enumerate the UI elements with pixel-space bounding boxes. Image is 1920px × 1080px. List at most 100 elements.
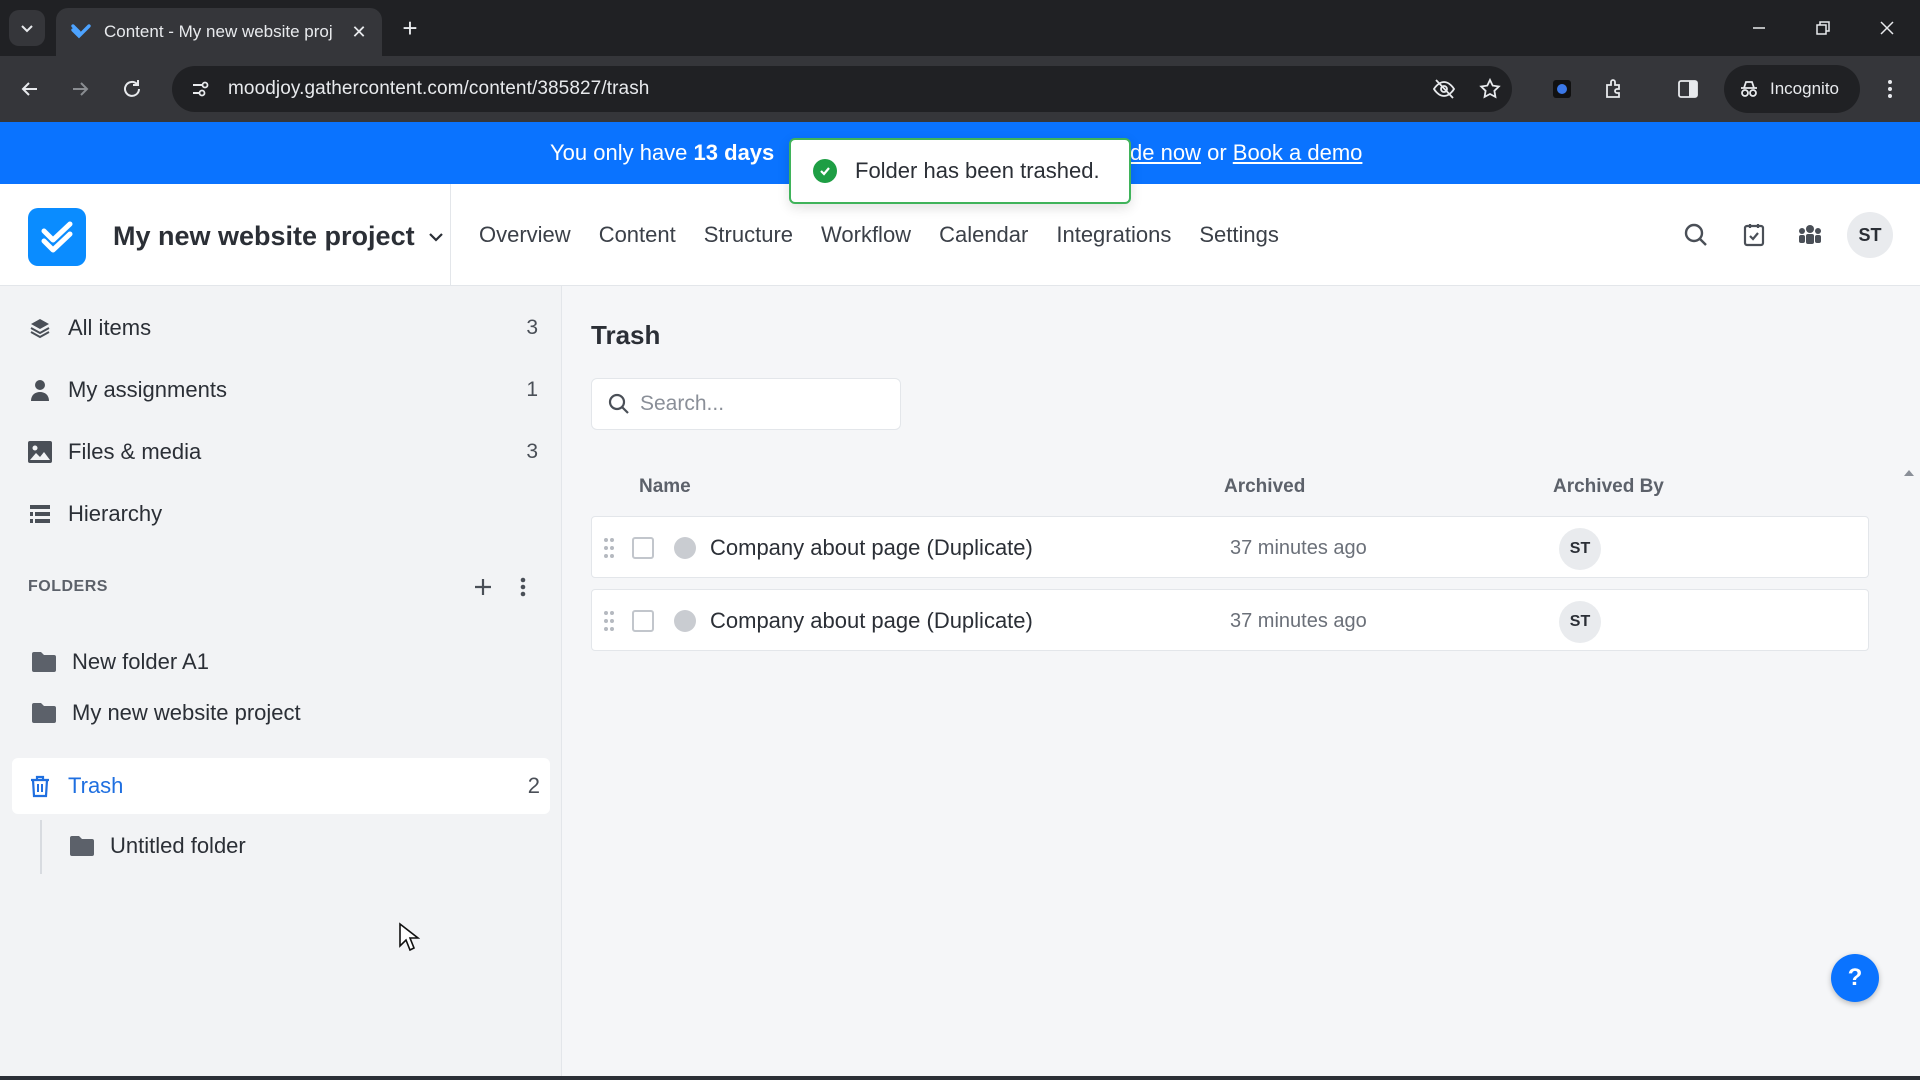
gathercontent-favicon-icon (71, 24, 91, 39)
sidebar-item-count: 1 (526, 378, 538, 401)
nav-structure[interactable]: Structure (704, 222, 793, 248)
more-vertical-icon (1888, 80, 1892, 98)
browser-tab-strip: Content - My new website proj ✕ + (0, 0, 1920, 56)
trashed-folder-item[interactable]: Untitled folder (68, 826, 538, 866)
upgrade-now-link[interactable]: de now (1130, 140, 1201, 165)
search-input[interactable] (640, 392, 880, 416)
hierarchy-icon (26, 500, 54, 528)
drag-handle-icon[interactable] (602, 610, 616, 632)
close-window-button[interactable] (1862, 10, 1912, 46)
user-avatar[interactable]: ST (1847, 212, 1893, 258)
project-switcher[interactable]: My new website project (113, 221, 445, 252)
close-tab-icon[interactable]: ✕ (348, 21, 370, 43)
url-text: moodjoy.gathercontent.com/content/385827… (228, 78, 650, 99)
sidebar-item-all-items[interactable]: All items 3 (26, 308, 544, 348)
image-icon (26, 438, 54, 466)
plus-icon (475, 579, 491, 595)
item-name[interactable]: Company about page (Duplicate) (710, 535, 1033, 561)
back-button[interactable] (14, 73, 46, 105)
success-toast: Folder has been trashed. (789, 138, 1131, 204)
restore-window-button[interactable] (1798, 10, 1848, 46)
sidebar-item-count: 3 (526, 316, 538, 339)
eye-off-icon[interactable] (1428, 73, 1460, 105)
folder-icon (30, 648, 58, 676)
drag-handle-icon[interactable] (602, 537, 616, 559)
new-tab-button[interactable]: + (396, 13, 424, 43)
folders-more-button[interactable] (508, 572, 538, 602)
search-box[interactable] (591, 378, 901, 430)
trash-count: 2 (527, 773, 540, 798)
table-row[interactable]: Company about page (Duplicate) 37 minute… (591, 516, 1869, 578)
item-name[interactable]: Company about page (Duplicate) (710, 608, 1033, 634)
sidebar-item-files-media[interactable]: Files & media 3 (26, 432, 544, 472)
check-circle-icon (813, 159, 837, 183)
nav-content[interactable]: Content (599, 222, 676, 248)
book-demo-link[interactable]: Book a demo (1233, 140, 1363, 165)
sidebar-item-label: Hierarchy (68, 501, 163, 526)
sidebar-item-label: All items (68, 315, 152, 340)
site-info-icon[interactable] (186, 75, 214, 103)
extensions-puzzle-icon[interactable] (1598, 73, 1630, 105)
status-dot (674, 610, 696, 632)
browser-tab[interactable]: Content - My new website proj ✕ (56, 8, 382, 56)
minimize-icon (1753, 27, 1765, 29)
help-button[interactable]: ? (1831, 954, 1879, 1002)
project-name: My new website project (113, 221, 415, 251)
sidebar: All items 3 My assignments 1 Files & med… (0, 286, 562, 1080)
browser-toolbar: moodjoy.gathercontent.com/content/385827… (0, 56, 1920, 122)
minimize-window-button[interactable] (1734, 10, 1784, 46)
main-content: Trash Name Archived Archived By Company … (563, 286, 1920, 1080)
browser-menu-button[interactable] (1874, 73, 1906, 105)
nav-workflow[interactable]: Workflow (821, 222, 911, 248)
scroll-up-arrow-icon[interactable] (1902, 466, 1916, 480)
nav-calendar[interactable]: Calendar (939, 222, 1028, 248)
folders-header-label: FOLDERS (28, 578, 108, 595)
more-vertical-icon (520, 577, 526, 597)
tab-search-button[interactable] (9, 10, 45, 46)
browser-tab-title: Content - My new website proj (104, 22, 333, 41)
folder-item[interactable]: My new website project (30, 693, 548, 733)
bottom-edge-bar (0, 1076, 1920, 1080)
arrow-right-icon (73, 82, 89, 96)
row-checkbox[interactable] (632, 610, 654, 632)
search-icon[interactable] (1679, 218, 1713, 252)
team-icon[interactable] (1793, 218, 1827, 252)
reload-button[interactable] (116, 73, 148, 105)
bookmark-star-icon[interactable] (1474, 73, 1506, 105)
mouse-cursor-icon (399, 922, 420, 952)
column-header-name[interactable]: Name (639, 476, 691, 498)
table-row[interactable]: Company about page (Duplicate) 37 minute… (591, 589, 1869, 651)
address-bar[interactable]: moodjoy.gathercontent.com/content/385827… (172, 66, 1512, 112)
side-panel-icon[interactable] (1672, 73, 1704, 105)
column-header-archived-by[interactable]: Archived By (1553, 476, 1664, 498)
archived-by-avatar: ST (1559, 601, 1601, 643)
folder-icon (68, 832, 96, 860)
folder-item[interactable]: New folder A1 (30, 642, 548, 682)
search-icon (606, 391, 632, 417)
nav-integrations[interactable]: Integrations (1056, 222, 1171, 248)
nav-settings[interactable]: Settings (1199, 222, 1279, 248)
add-folder-button[interactable] (468, 572, 498, 602)
gathercontent-logo-icon[interactable] (28, 208, 86, 266)
reload-icon (124, 80, 140, 97)
forward-button[interactable] (64, 73, 96, 105)
folder-icon (30, 699, 58, 727)
column-header-archived[interactable]: Archived (1224, 476, 1305, 498)
chevron-down-icon (428, 232, 443, 242)
nav-overview[interactable]: Overview (479, 222, 571, 248)
trash-icon (26, 772, 54, 800)
status-dot (674, 537, 696, 559)
sidebar-item-hierarchy[interactable]: Hierarchy (26, 494, 544, 534)
archived-time: 37 minutes ago (1230, 610, 1367, 632)
sidebar-item-my-assignments[interactable]: My assignments 1 (26, 370, 544, 410)
folders-section-header: FOLDERS (28, 572, 538, 602)
sidebar-item-label: Files & media (68, 439, 202, 464)
sidebar-item-trash[interactable]: Trash 2 (12, 758, 550, 814)
trial-banner-links: de now or Book a demo (1130, 140, 1362, 166)
row-checkbox[interactable] (632, 537, 654, 559)
incognito-icon (1741, 81, 1757, 97)
trial-banner-text: You only have 13 days (550, 140, 774, 166)
tasks-checklist-icon[interactable] (1737, 218, 1771, 252)
extension-icon[interactable] (1546, 73, 1578, 105)
incognito-indicator[interactable]: Incognito (1724, 65, 1860, 113)
